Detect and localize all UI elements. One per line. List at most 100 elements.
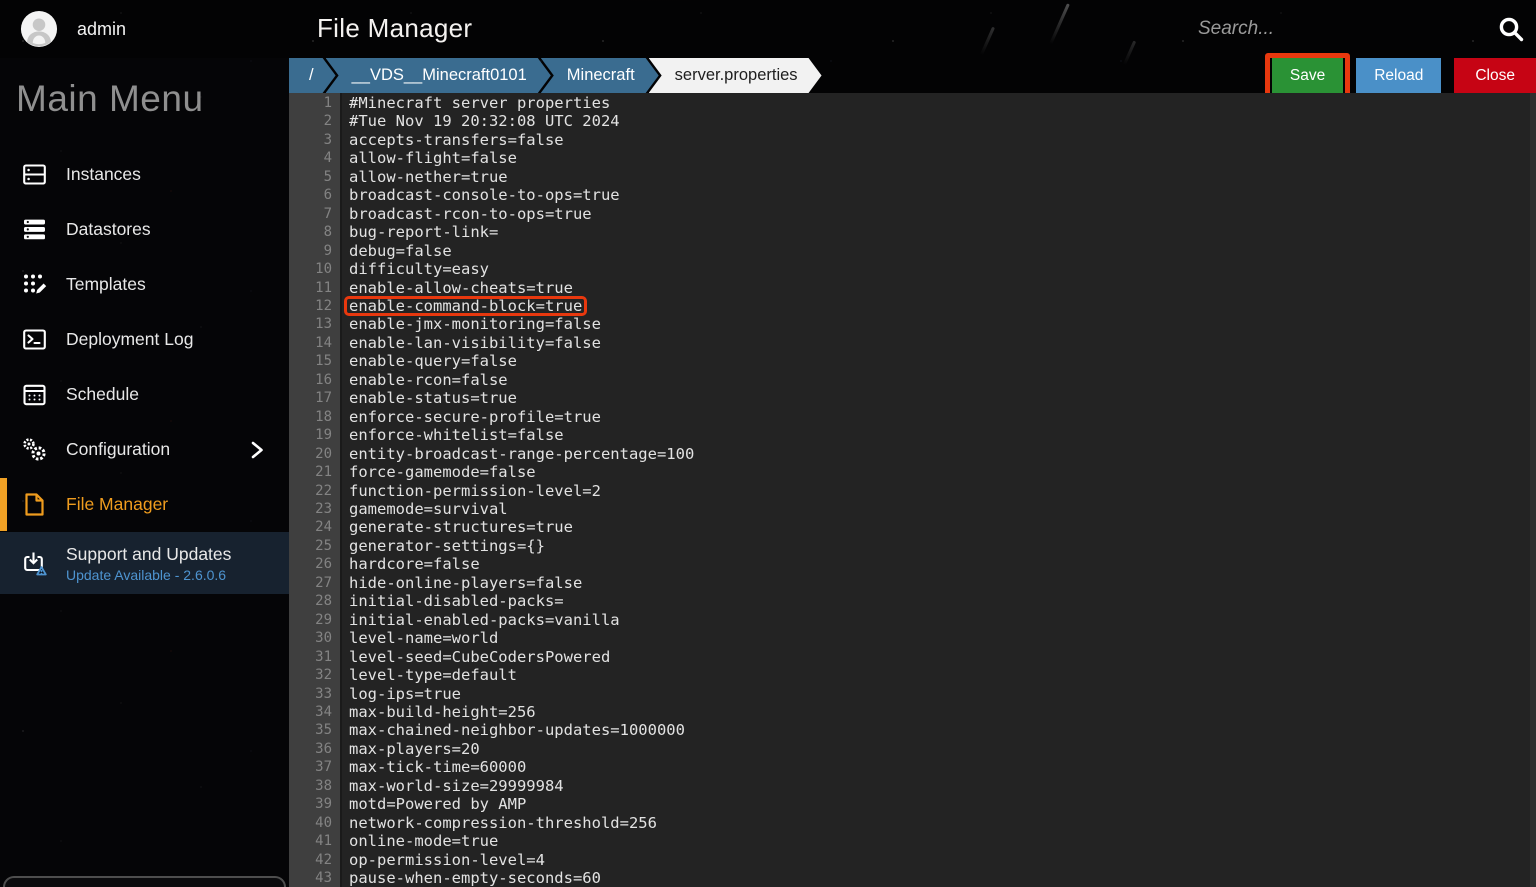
code-line: pause-when-empty-seconds=60 <box>349 869 1536 887</box>
file-manager-icon <box>21 491 48 518</box>
code-line: accepts-transfers=false <box>349 131 1536 149</box>
line-number: 43 <box>289 869 332 887</box>
sidebar-item-label: Templates <box>66 274 146 295</box>
main-area: /__VDS__Minecraft0101Minecraftserver.pro… <box>289 58 1536 887</box>
code-line: log-ips=true <box>349 685 1536 703</box>
search-input[interactable] <box>1198 14 1478 44</box>
editor-scrollbar[interactable] <box>1530 93 1536 887</box>
line-number: 6 <box>289 186 332 204</box>
code-line: generator-settings={} <box>349 537 1536 555</box>
code-line: #Tue Nov 19 20:32:08 UTC 2024 <box>349 112 1536 130</box>
code-line: allow-flight=false <box>349 149 1536 167</box>
chevron-right-icon <box>247 440 267 460</box>
sidebar-item-label: Instances <box>66 164 141 185</box>
code-line: broadcast-console-to-ops=true <box>349 186 1536 204</box>
line-number: 33 <box>289 685 332 703</box>
code-line: function-permission-level=2 <box>349 482 1536 500</box>
code-line: enable-jmx-monitoring=false <box>349 315 1536 333</box>
sidebar-item-support-and-updates[interactable]: Support and UpdatesUpdate Available - 2.… <box>0 532 289 594</box>
line-number: 28 <box>289 592 332 610</box>
templates-icon <box>21 271 48 298</box>
user-avatar[interactable] <box>20 10 58 48</box>
annotation-box-save: Save <box>1272 58 1343 93</box>
line-number: 11 <box>289 279 332 297</box>
close-button[interactable]: Close <box>1454 58 1536 93</box>
line-number: 1 <box>289 94 332 112</box>
breadcrumb-item-current[interactable]: server.properties <box>649 58 822 93</box>
line-number: 25 <box>289 537 332 555</box>
code-line: level-seed=CubeCodersPowered <box>349 648 1536 666</box>
sidebar-footer-panel[interactable] <box>3 876 286 887</box>
line-number: 39 <box>289 795 332 813</box>
line-number: 34 <box>289 703 332 721</box>
reload-button[interactable]: Reload <box>1356 58 1441 93</box>
line-number: 27 <box>289 574 332 592</box>
line-number: 8 <box>289 223 332 241</box>
line-number: 38 <box>289 777 332 795</box>
line-number: 10 <box>289 260 332 278</box>
breadcrumb-item[interactable]: __VDS__Minecraft0101 <box>326 58 551 93</box>
code-line: enable-lan-visibility=false <box>349 334 1536 352</box>
code-line: entity-broadcast-range-percentage=100 <box>349 445 1536 463</box>
line-number: 7 <box>289 205 332 223</box>
line-number: 4 <box>289 149 332 167</box>
code-line: debug=false <box>349 242 1536 260</box>
code-line: max-build-height=256 <box>349 703 1536 721</box>
line-number: 19 <box>289 426 332 444</box>
breadcrumb-item[interactable]: Minecraft <box>541 58 659 93</box>
line-number: 35 <box>289 721 332 739</box>
annotation-box-line-12: enable-command-block=true <box>349 297 582 315</box>
line-number: 41 <box>289 832 332 850</box>
breadcrumb-toolbar-row: /__VDS__Minecraft0101Minecraftserver.pro… <box>289 58 1536 93</box>
sidebar-item-label: Datastores <box>66 219 151 240</box>
line-number: 20 <box>289 445 332 463</box>
line-number: 36 <box>289 740 332 758</box>
configuration-icon <box>21 436 48 463</box>
line-number: 13 <box>289 315 332 333</box>
line-number: 31 <box>289 648 332 666</box>
username[interactable]: admin <box>77 19 126 40</box>
line-number-gutter: 1234567891011121314151617181920212223242… <box>289 93 342 887</box>
line-number: 15 <box>289 352 332 370</box>
main-menu-heading: Main Menu <box>16 78 289 120</box>
code-line: enable-rcon=false <box>349 371 1536 389</box>
sidebar-item-schedule[interactable]: Schedule <box>0 367 289 422</box>
sidebar-item-file-manager[interactable]: File Manager <box>0 477 289 532</box>
sidebar-item-templates[interactable]: Templates <box>0 257 289 312</box>
support-updates-icon <box>21 550 48 577</box>
code-line: gamemode=survival <box>349 500 1536 518</box>
code-line: enable-query=false <box>349 352 1536 370</box>
code-line: #Minecraft server properties <box>349 94 1536 112</box>
breadcrumb-item[interactable]: / <box>289 58 336 93</box>
code-line: network-compression-threshold=256 <box>349 814 1536 832</box>
line-number: 42 <box>289 851 332 869</box>
instances-icon <box>21 161 48 188</box>
line-number: 24 <box>289 518 332 536</box>
search-icon[interactable] <box>1496 14 1526 44</box>
line-number: 26 <box>289 555 332 573</box>
line-number: 22 <box>289 482 332 500</box>
code-line: hide-online-players=false <box>349 574 1536 592</box>
sidebar-item-configuration[interactable]: Configuration <box>0 422 289 477</box>
sidebar-item-deployment-log[interactable]: Deployment Log <box>0 312 289 367</box>
update-available-label: Update Available - 2.6.0.6 <box>66 567 231 583</box>
line-number: 12 <box>289 297 332 315</box>
code-line: enforce-secure-profile=true <box>349 408 1536 426</box>
line-number: 9 <box>289 242 332 260</box>
code-line: level-type=default <box>349 666 1536 684</box>
code-line: bug-report-link= <box>349 223 1536 241</box>
line-number: 21 <box>289 463 332 481</box>
schedule-icon <box>21 381 48 408</box>
line-number: 17 <box>289 389 332 407</box>
deployment-log-icon <box>21 326 48 353</box>
sidebar-item-instances[interactable]: Instances <box>0 147 289 202</box>
line-number: 32 <box>289 666 332 684</box>
code-line: initial-enabled-packs=vanilla <box>349 611 1536 629</box>
code-editor-pane[interactable]: #Minecraft server properties#Tue Nov 19 … <box>342 93 1536 887</box>
line-number: 30 <box>289 629 332 647</box>
toolbar-buttons: Save Reload Close <box>1272 58 1536 93</box>
save-button[interactable]: Save <box>1272 58 1343 93</box>
sidebar-item-datastores[interactable]: Datastores <box>0 202 289 257</box>
line-number: 14 <box>289 334 332 352</box>
code-line: motd=Powered by AMP <box>349 795 1536 813</box>
